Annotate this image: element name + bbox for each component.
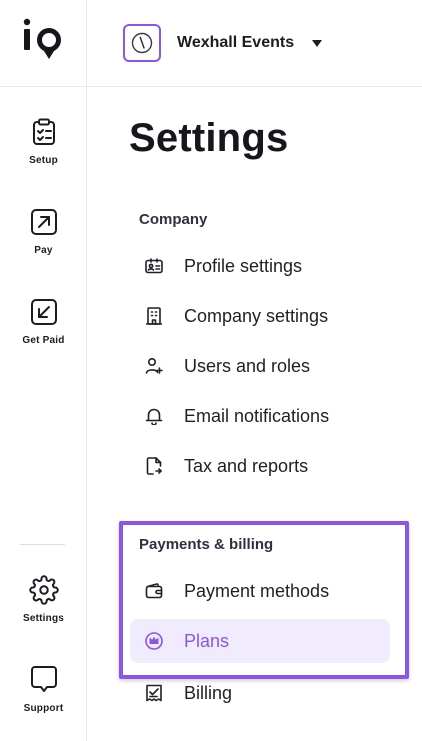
gear-icon xyxy=(28,575,59,605)
building-icon xyxy=(144,306,164,326)
section-title-payments-billing: Payments & billing xyxy=(139,536,274,553)
top-bar: Wexhall Events xyxy=(87,0,422,87)
menu-item-company-settings[interactable]: Company settings xyxy=(130,294,390,338)
menu-item-billing[interactable]: Billing xyxy=(130,671,390,715)
menu-item-payment-methods[interactable]: Payment methods xyxy=(130,569,390,613)
organization-switcher[interactable]: Wexhall Events xyxy=(123,24,323,62)
menu-item-users-and-roles[interactable]: Users and roles xyxy=(130,344,390,388)
org-name: Wexhall Events xyxy=(177,34,295,51)
user-plus-icon xyxy=(144,356,164,376)
menu-item-label: Tax and reports xyxy=(184,455,309,476)
chat-bubble-icon xyxy=(29,665,59,695)
caret-down-icon xyxy=(312,38,323,48)
sidebar-item-label: Get Paid xyxy=(22,335,65,346)
menu-item-email-notifications[interactable]: Email notifications xyxy=(130,394,390,438)
org-avatar xyxy=(123,24,161,62)
menu-item-plans[interactable]: Plans xyxy=(130,619,390,663)
sidebar-item-label: Setup xyxy=(29,155,58,166)
clipboard-check-icon xyxy=(29,117,59,147)
menu-item-label: Plans xyxy=(184,630,230,651)
sidebar: Setup Pay Get Paid Settings Support xyxy=(0,0,87,741)
compass-icon xyxy=(128,29,156,57)
menu-item-tax-and-reports[interactable]: Tax and reports xyxy=(130,444,390,488)
sidebar-item-label: Settings xyxy=(22,613,65,624)
menu-item-label: Users and roles xyxy=(184,355,311,376)
bell-icon xyxy=(144,406,164,426)
sidebar-item-get-paid[interactable]: Get Paid xyxy=(0,297,87,361)
sidebar-item-support[interactable]: Support xyxy=(0,665,87,729)
document-icon xyxy=(144,456,164,476)
menu-item-label: Billing xyxy=(184,682,233,703)
app-logo[interactable] xyxy=(0,14,87,68)
menu-item-label: Email notifications xyxy=(184,405,330,426)
sidebar-item-label: Support xyxy=(23,703,64,714)
menu-item-label: Payment methods xyxy=(184,580,330,601)
arrow-up-right-icon xyxy=(29,207,59,237)
sidebar-item-settings[interactable]: Settings xyxy=(0,575,87,639)
page-title: Settings xyxy=(129,116,289,160)
sidebar-item-label: Pay xyxy=(34,245,53,256)
menu-item-label: Profile settings xyxy=(184,255,303,276)
sidebar-separator xyxy=(20,544,65,545)
sidebar-item-setup[interactable]: Setup xyxy=(0,117,87,181)
wallet-icon xyxy=(144,581,164,601)
receipt-icon xyxy=(144,683,164,703)
menu-item-profile-settings[interactable]: Profile settings xyxy=(130,244,390,288)
arrow-down-left-icon xyxy=(29,297,59,327)
section-title-company: Company xyxy=(139,211,208,228)
crown-icon xyxy=(144,631,164,651)
sidebar-divider xyxy=(0,86,87,87)
id-card-icon xyxy=(144,256,164,276)
menu-item-label: Company settings xyxy=(184,305,329,326)
sidebar-item-pay[interactable]: Pay xyxy=(0,207,87,271)
